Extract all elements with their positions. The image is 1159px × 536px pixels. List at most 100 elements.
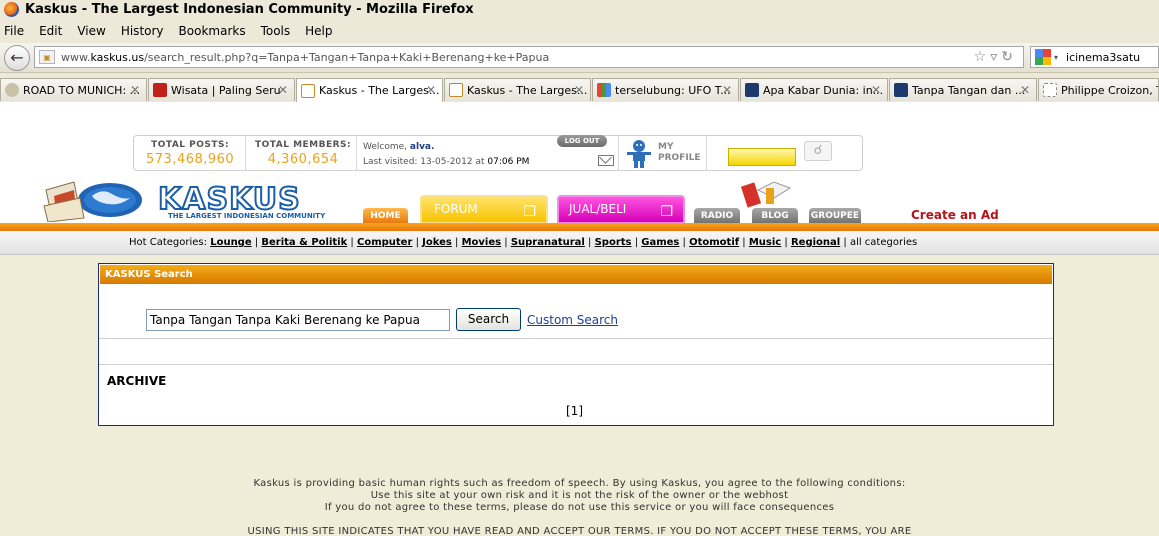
welcome-text: Welcome, alva.: [363, 142, 434, 152]
search-panel-spacer: [99, 339, 1053, 365]
magnifier-icon: ☌: [813, 143, 823, 158]
category-lounge[interactable]: Lounge: [210, 237, 251, 248]
tab-label: Tanpa Tangan dan ...: [912, 83, 1026, 97]
url-bar[interactable]: ▣ www.kaskus.us/search_result.php?q=Tanp…: [34, 46, 1024, 68]
nav-radio-button[interactable]: RADIO: [694, 208, 740, 224]
category-games[interactable]: Games: [641, 237, 679, 248]
google-search-engine-icon[interactable]: [1035, 49, 1051, 65]
menu-tools[interactable]: Tools: [261, 24, 291, 38]
category-regional[interactable]: Regional: [791, 237, 840, 248]
nav-home-button[interactable]: HOME: [363, 208, 408, 224]
jualbeli-book-icon: ❒: [660, 204, 673, 220]
category-jokes[interactable]: Jokes: [422, 237, 452, 248]
reload-icon[interactable]: ↻: [1001, 49, 1017, 65]
tab-close-icon[interactable]: ✕: [130, 83, 140, 97]
logout-button[interactable]: LOG OUT: [557, 135, 607, 147]
search-query-input[interactable]: Tanpa Tangan Tanpa Kaki Berenang ke Papu…: [146, 309, 450, 331]
firefox-logo-icon: [4, 2, 19, 17]
tab-bar: ROAD TO MUNICH: ... ✕ Wisata | Paling Ser…: [0, 77, 1159, 102]
site-search-button[interactable]: ☌: [804, 141, 832, 161]
footer-line-1: Kaskus is providing basic human rights s…: [253, 478, 906, 489]
menu-file[interactable]: File: [4, 24, 24, 38]
tab-favicon-icon: [894, 83, 908, 97]
custom-search-link[interactable]: Custom Search: [527, 313, 618, 327]
site-favicon-icon: ▣: [39, 50, 55, 64]
nav-forum-label: FORUM: [434, 202, 478, 216]
tab-road-to-munich[interactable]: ROAD TO MUNICH: ... ✕: [0, 78, 147, 101]
tab-close-icon[interactable]: ✕: [871, 83, 881, 97]
kaskus-book-globe-icon: [43, 181, 142, 222]
menu-edit[interactable]: Edit: [39, 24, 62, 38]
menu-help[interactable]: Help: [305, 24, 332, 38]
divider: [706, 136, 707, 171]
search-button[interactable]: Search: [456, 308, 521, 331]
tab-close-icon[interactable]: ✕: [574, 83, 584, 97]
kaskus-logo[interactable]: KASKUS THE LARGEST INDONESIAN COMMUNITY: [40, 176, 330, 224]
category-computer[interactable]: Computer: [357, 237, 412, 248]
window-title: Kaskus - The Largest Indonesian Communit…: [25, 2, 474, 17]
category-movies[interactable]: Movies: [462, 237, 502, 248]
tab-tanpa-tangan[interactable]: Tanpa Tangan dan ... ✕: [889, 78, 1037, 101]
tab-philippe-croizon[interactable]: Philippe Croizon, Ta...: [1038, 78, 1159, 101]
category-otomotif[interactable]: Otomotif: [689, 237, 739, 248]
my-profile-link[interactable]: MY PROFILE: [658, 142, 701, 164]
mail-icon[interactable]: [598, 155, 614, 166]
total-members: TOTAL MEMBERS: 4,360,654: [255, 140, 351, 167]
tab-close-icon[interactable]: ✕: [722, 83, 732, 97]
tab-wisata[interactable]: Wisata | Paling Seru ✕: [148, 78, 295, 101]
footer-line-2: Use this site at your own risk and it is…: [370, 490, 789, 501]
tab-kaskus-active[interactable]: Kaskus - The Larges... ✕: [296, 78, 443, 102]
total-posts: TOTAL POSTS: 573,468,960: [146, 140, 234, 167]
browser-search-value: icinema3satu: [1066, 50, 1141, 64]
site-search-input[interactable]: [728, 148, 796, 166]
category-supranatural[interactable]: Supranatural: [511, 237, 585, 248]
page-content: TOTAL POSTS: 573,468,960 TOTAL MEMBERS: …: [0, 102, 1159, 536]
tab-close-icon[interactable]: ✕: [1020, 83, 1030, 97]
last-visited-prefix: Last visited: 13-05-2012 at: [363, 157, 485, 167]
tab-close-icon[interactable]: ✕: [426, 83, 436, 97]
nav-forum-button[interactable]: FORUM ❒: [420, 195, 548, 224]
menu-view[interactable]: View: [77, 24, 105, 38]
tab-favicon-icon: [597, 83, 611, 97]
category-sports[interactable]: Sports: [595, 237, 632, 248]
nav-blog-button[interactable]: BLOG: [752, 208, 798, 224]
terms-footer: Kaskus is providing basic human rights s…: [0, 478, 1159, 536]
tab-label: Apa Kabar Dunia: in...: [763, 83, 884, 97]
tab-close-icon[interactable]: ✕: [278, 83, 288, 97]
category-berita-politik[interactable]: Berita & Politik: [261, 237, 347, 248]
total-members-value: 4,360,654: [267, 152, 339, 167]
menu-history[interactable]: History: [121, 24, 164, 38]
url-bar-icons: ☆▿↻: [974, 49, 1017, 65]
browser-search-box[interactable]: ▾ icinema3satu: [1030, 46, 1159, 68]
my-profile-avatar-icon[interactable]: [624, 138, 654, 168]
dropdown-arrow-icon[interactable]: ▿: [990, 49, 1001, 65]
my-profile-label-1: MY: [658, 142, 674, 152]
category-all[interactable]: all categories: [850, 237, 917, 248]
tab-terselubung[interactable]: terselubung: UFO T... ✕: [592, 78, 739, 101]
nav-jualbeli-button[interactable]: JUAL/BELI ❒: [557, 195, 685, 224]
category-music[interactable]: Music: [749, 237, 781, 248]
kaskus-search-panel: KASKUS Search Tanpa Tangan Tanpa Kaki Be…: [98, 263, 1054, 426]
menu-bookmarks[interactable]: Bookmarks: [179, 24, 246, 38]
my-profile-label-2: PROFILE: [658, 153, 701, 163]
nav-groupee-button[interactable]: GROUPEE: [809, 208, 861, 224]
welcome-prefix: Welcome,: [363, 142, 408, 152]
footer-line-3: If you do not agree to these terms, plea…: [324, 502, 835, 513]
url-path: /search_result.php?q=Tanpa+Tangan+Tanpa+…: [144, 50, 550, 64]
search-engine-dropdown-icon[interactable]: ▾: [1054, 53, 1058, 62]
search-form-row: Tanpa Tangan Tanpa Kaki Berenang ke Papu…: [99, 285, 1053, 339]
kaskus-tagline: THE LARGEST INDONESIAN COMMUNITY: [168, 212, 326, 220]
username-link[interactable]: alva.: [410, 142, 435, 152]
bookmark-star-icon[interactable]: ☆: [974, 49, 991, 65]
tab-apa-kabar-dunia[interactable]: Apa Kabar Dunia: in... ✕: [740, 78, 888, 101]
tab-favicon-icon: [449, 83, 463, 97]
back-arrow-icon: ←: [10, 48, 24, 67]
page-link-1[interactable]: [1]: [566, 404, 583, 418]
search-panel-title: KASKUS Search: [99, 264, 1053, 285]
tab-label: Philippe Croizon, Ta...: [1061, 83, 1158, 97]
back-button[interactable]: ←: [4, 44, 30, 71]
create-ad-link[interactable]: Create an Ad: [911, 208, 999, 222]
tab-kaskus-2[interactable]: Kaskus - The Larges... ✕: [444, 78, 591, 101]
nav-jualbeli-label: JUAL/BELI: [569, 202, 627, 216]
divider: [618, 136, 619, 171]
